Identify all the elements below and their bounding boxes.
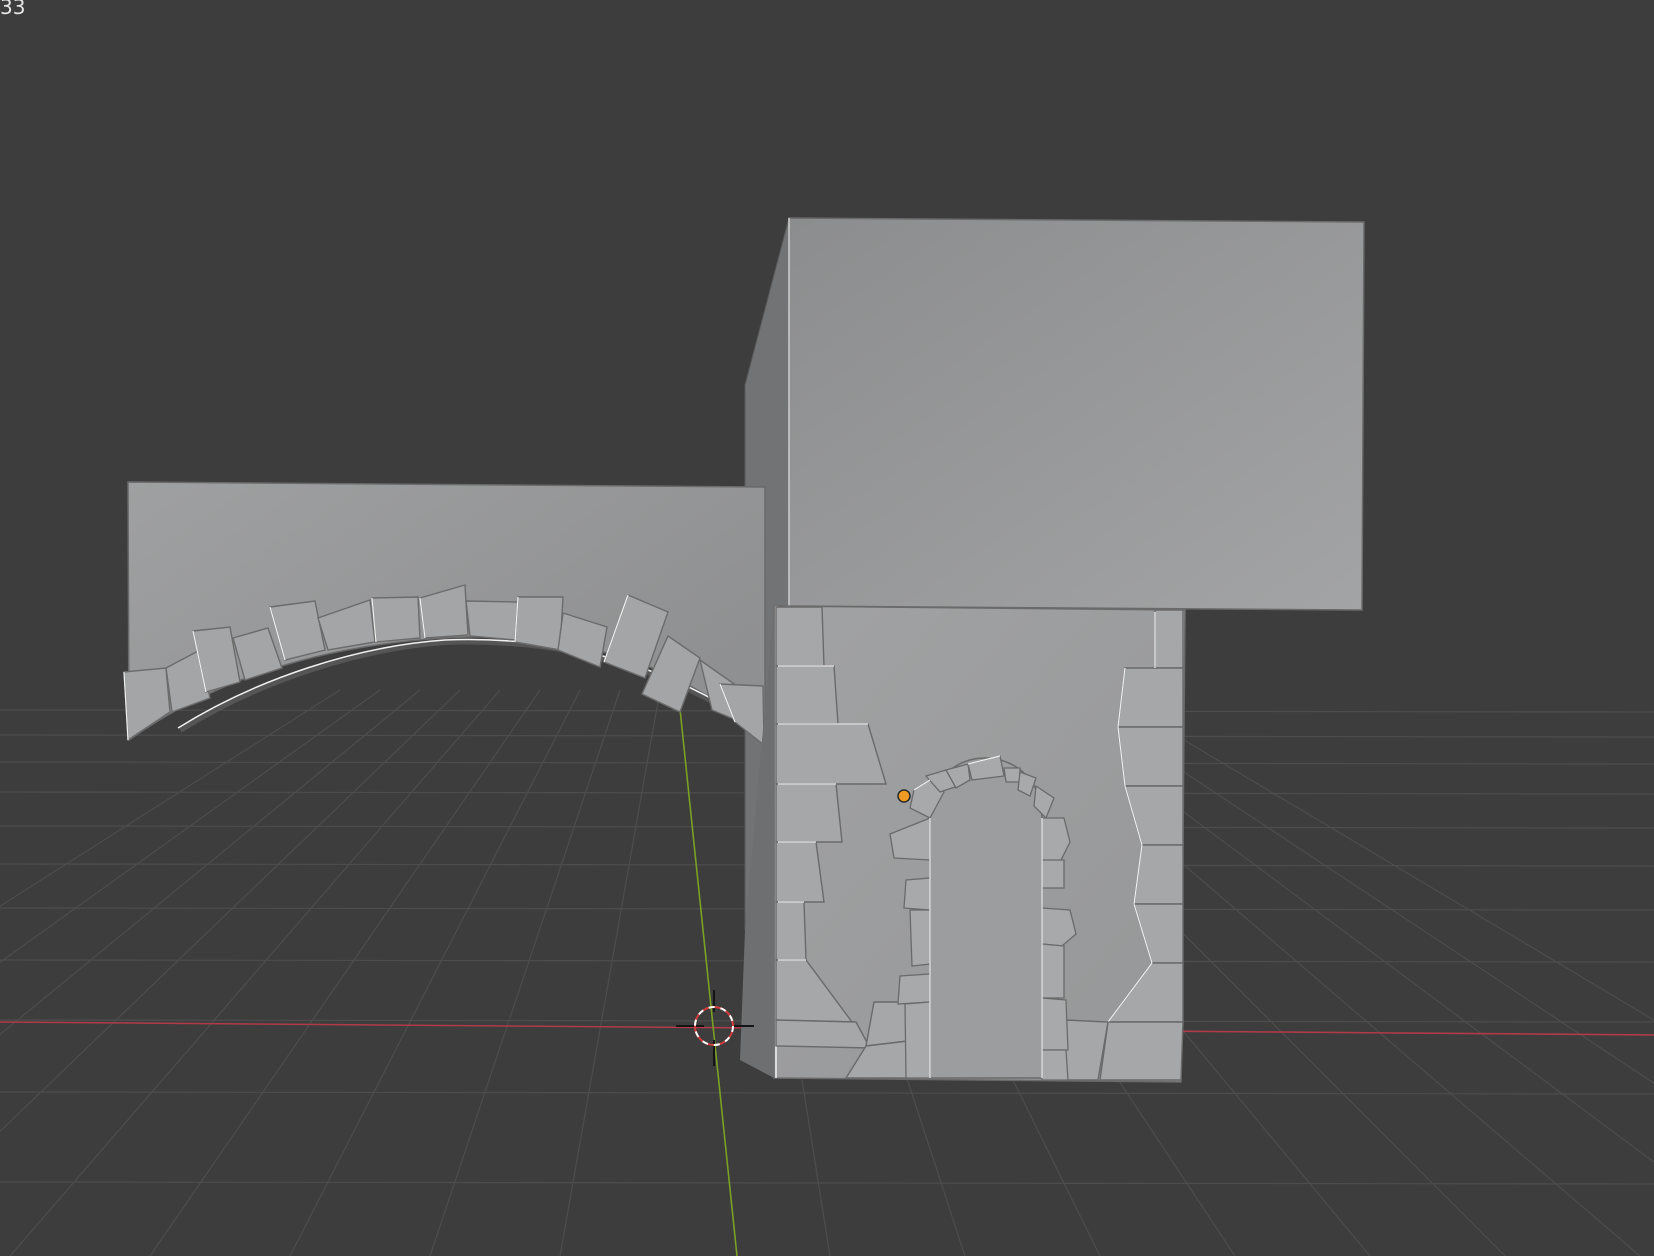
3d-viewport[interactable]: 33 — [0, 0, 1654, 1256]
lower-block[interactable] — [740, 605, 1186, 1083]
object-origin-icon[interactable] — [897, 789, 911, 803]
y-axis-line — [677, 689, 738, 1256]
viewport-corner-label: 33 — [0, 0, 26, 19]
viewport-scene[interactable] — [0, 0, 1654, 1256]
doorway-opening — [929, 757, 1043, 1079]
